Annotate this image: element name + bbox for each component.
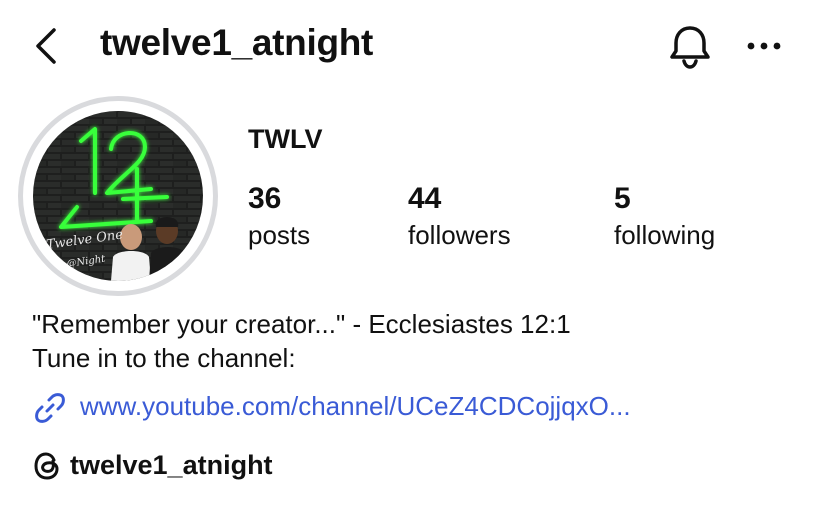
bell-icon	[670, 26, 710, 69]
stat-following-count: 5	[614, 182, 631, 215]
stat-following-label: following	[614, 220, 716, 250]
chevron-left-icon	[36, 28, 56, 64]
back-button[interactable]	[30, 24, 66, 68]
link-icon	[32, 390, 68, 426]
stat-followers-label: followers	[408, 220, 511, 250]
stat-posts-count: 36	[248, 182, 282, 215]
threads-handle-link[interactable]: twelve1_atnight	[70, 450, 273, 481]
profile-display-name: TWLV	[248, 124, 323, 154]
profile-username-title: twelve1_atnight	[100, 22, 374, 63]
profile-page: twelve1_atnight Twelve One @Night TWLV 3…	[0, 0, 828, 509]
threads-icon	[32, 450, 62, 482]
avatar-logo-graphic: Twelve One @Night	[33, 111, 203, 281]
profile-avatar[interactable]: Twelve One @Night	[18, 96, 218, 296]
stat-following[interactable]: 5 following	[614, 182, 715, 252]
stat-posts-label: posts	[248, 220, 311, 250]
bio-external-link[interactable]: www.youtube.com/channel/UCeZ4CDCojjqxO..…	[80, 391, 631, 422]
more-horizontal-icon	[747, 42, 781, 50]
stat-followers-count: 44	[408, 182, 442, 215]
stat-posts[interactable]: 36 posts	[248, 182, 310, 252]
more-options-button[interactable]	[744, 28, 784, 64]
bio-line-channel: Tune in to the channel:	[32, 343, 296, 373]
notifications-button[interactable]	[664, 20, 716, 72]
bio-line-quote: "Remember your creator..." - Ecclesiaste…	[32, 309, 571, 339]
avatar-image: Twelve One @Night	[33, 111, 203, 281]
stat-followers[interactable]: 44 followers	[408, 182, 511, 252]
